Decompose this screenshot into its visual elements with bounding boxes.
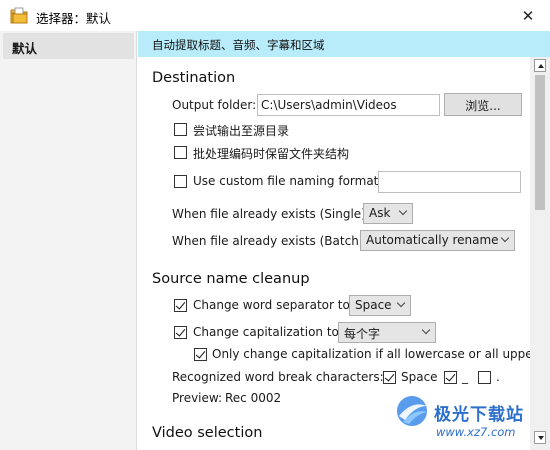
capitalization-value: 每个字 bbox=[344, 327, 381, 341]
try-source-checkbox[interactable] bbox=[174, 123, 187, 136]
break-space-label: Space bbox=[401, 370, 438, 384]
preserve-folder-label: 批处理编码时保留文件夹结构 bbox=[193, 147, 350, 161]
title-bar: 选择器：默认 ✕ bbox=[0, 0, 550, 31]
browse-button-label: 浏览... bbox=[465, 99, 501, 113]
only-lowercase-checkbox[interactable] bbox=[194, 348, 207, 361]
scroll-up-arrow-icon[interactable] bbox=[534, 59, 546, 72]
chevron-down-icon bbox=[397, 300, 405, 308]
output-folder-input[interactable]: C:\Users\admin\Videos bbox=[257, 94, 440, 116]
capitalization-label: Change capitalization to bbox=[193, 325, 339, 339]
capitalization-select[interactable]: 每个字 bbox=[338, 322, 436, 343]
word-separator-label: Change word separator to bbox=[193, 298, 350, 312]
preview-value: Rec 0002 bbox=[225, 391, 282, 405]
watermark-logo-icon bbox=[397, 396, 427, 426]
preserve-folder-checkbox[interactable] bbox=[174, 146, 187, 159]
section-title-video: Video selection bbox=[152, 425, 263, 441]
exists-single-label: When file already exists (Single): bbox=[172, 207, 370, 221]
scroll-thumb[interactable] bbox=[535, 75, 545, 210]
break-underscore-checkbox[interactable] bbox=[444, 371, 457, 384]
chevron-down-icon bbox=[399, 208, 407, 216]
watermark-url: www.xz7.com bbox=[436, 425, 516, 439]
close-icon: ✕ bbox=[521, 6, 535, 25]
break-chars-label: Recognized word break characters: bbox=[172, 370, 384, 384]
sidebar-item-default[interactable]: 默认 bbox=[3, 33, 134, 59]
sidebar-item-label: 默认 bbox=[12, 41, 38, 56]
break-space-checkbox[interactable] bbox=[383, 371, 396, 384]
custom-naming-checkbox[interactable] bbox=[174, 175, 187, 188]
close-button[interactable]: ✕ bbox=[506, 0, 550, 31]
chevron-down-icon bbox=[422, 327, 430, 335]
sidebar: 默认 bbox=[0, 31, 137, 450]
watermark: 极光下载站 www.xz7.com bbox=[393, 392, 550, 450]
window-title: 选择器：默认 bbox=[36, 11, 112, 26]
capitalization-checkbox[interactable] bbox=[174, 326, 187, 339]
browse-button[interactable]: 浏览... bbox=[444, 93, 522, 116]
break-underscore-label: _ bbox=[462, 370, 468, 384]
banner-text: 自动提取标题、音频、字幕和区域 bbox=[152, 38, 325, 52]
break-dot-checkbox[interactable] bbox=[478, 371, 491, 384]
section-title-cleanup: Source name cleanup bbox=[152, 271, 310, 287]
custom-naming-input[interactable] bbox=[378, 171, 521, 193]
word-separator-checkbox[interactable] bbox=[174, 299, 187, 312]
break-dot-label: . bbox=[496, 370, 500, 384]
exists-single-select[interactable]: Ask bbox=[363, 203, 413, 224]
word-separator-value: Space bbox=[355, 298, 392, 312]
word-separator-select[interactable]: Space bbox=[349, 295, 411, 316]
exists-single-value: Ask bbox=[369, 206, 391, 220]
exists-batch-value: Automatically rename bbox=[366, 233, 499, 247]
exists-batch-label: When file already exists (Batch): bbox=[172, 234, 368, 248]
preview-label: Preview: bbox=[172, 391, 223, 405]
watermark-name: 极光下载站 bbox=[434, 405, 524, 425]
chevron-down-icon bbox=[501, 235, 509, 243]
output-folder-label: Output folder: bbox=[172, 98, 257, 112]
info-banner: 自动提取标题、音频、字幕和区域 bbox=[138, 31, 550, 57]
folder-icon bbox=[10, 7, 28, 24]
exists-batch-select[interactable]: Automatically rename bbox=[360, 230, 515, 251]
custom-naming-label: Use custom file naming format: bbox=[193, 174, 383, 188]
try-source-label: 尝试输出至源目录 bbox=[193, 124, 290, 138]
output-folder-value: C:\Users\admin\Videos bbox=[261, 98, 397, 112]
only-lowercase-label: Only change capitalization if all lowerc… bbox=[212, 347, 530, 361]
section-title-destination: Destination bbox=[152, 70, 236, 86]
